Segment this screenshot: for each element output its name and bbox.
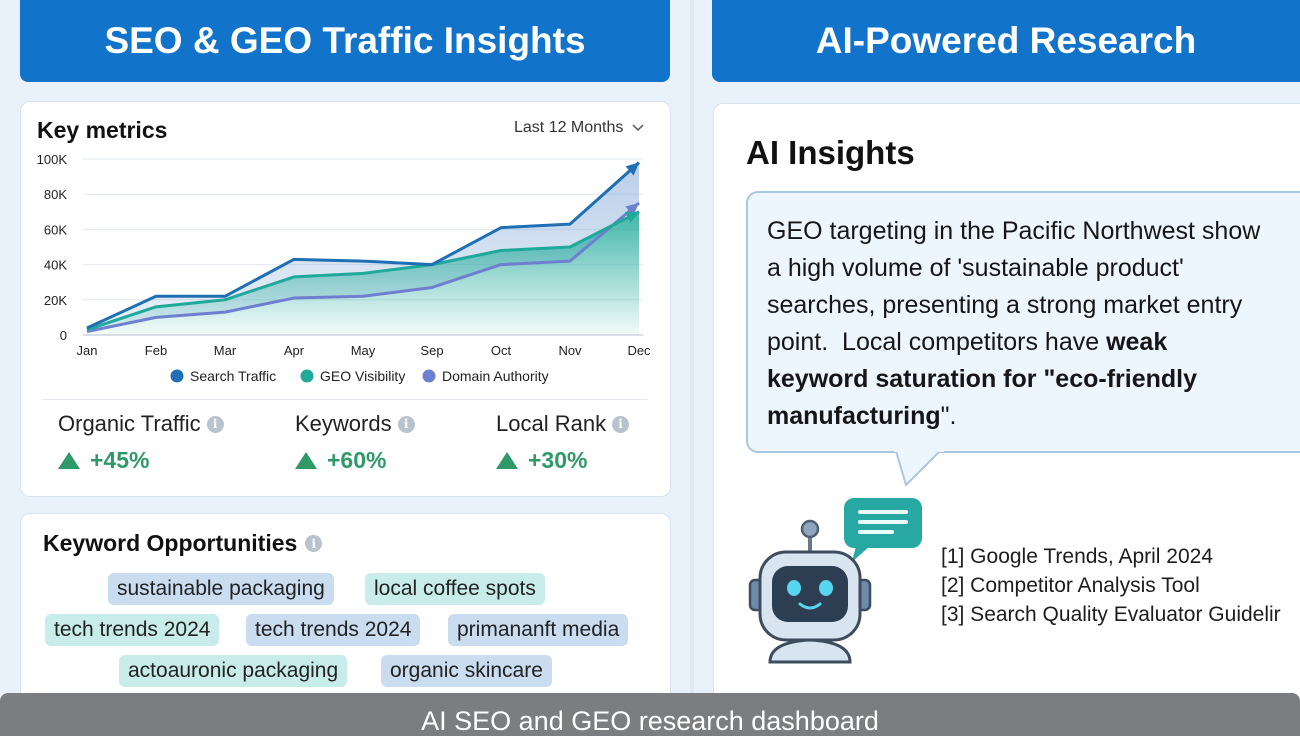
y-tick-label: 80K [44,187,67,202]
seo-geo-header: SEO & GEO Traffic Insights [20,0,670,82]
metric-label: Keywords [295,411,392,436]
info-icon[interactable]: i [397,415,415,433]
keyword-tag[interactable]: tech trends 2024 [45,614,220,646]
insight-line: manufacturing". [767,398,1300,435]
legend-label: GEO Visibility [320,368,405,384]
keyword-opportunities-card: Keyword Opportunities i sustainable pack… [20,513,671,713]
insight-text: searches, presenting a strong market ent… [767,291,1243,319]
insight-text: a high volume of 'sustainable product' [767,254,1184,282]
legend-label: Search Traffic [190,368,276,384]
keyword-tag[interactable]: organic skincare [381,655,552,687]
trend-up-icon [58,452,80,469]
insight-text: ". [940,402,957,430]
metric-value: +30% [528,447,588,473]
ai-research-header-title: AI-Powered Research [815,20,1197,61]
metric-local-rank: Local Rank i +30% [496,411,630,474]
reference-item[interactable]: [3] Search Quality Evaluator Guidelir [941,600,1281,629]
x-tick-label: Sep [420,343,443,358]
trend-up-icon [295,452,317,469]
trend-up-icon [496,452,518,469]
insight-line: searches, presenting a strong market ent… [767,287,1300,324]
seo-geo-header-title: SEO & GEO Traffic Insights [104,20,586,61]
x-tick-label: Oct [491,343,512,358]
insight-line: keyword saturation for "eco-friendly [767,361,1300,398]
traffic-chart: 0 20K 40K 60K 80K 100K Jan Feb Mar Apr May Sep Oct No… [37,152,651,384]
metric-keywords: Keywords i +60% [295,411,415,474]
insight-speech-bubble: GEO targeting in the Pacific Northwest s… [746,191,1300,453]
insight-line: a high volume of 'sustainable product' [767,250,1300,287]
y-tick-label: 20K [44,293,67,308]
info-icon[interactable]: i [305,535,323,552]
insight-emphasis: keyword saturation for "eco-friendly [767,365,1197,393]
reference-item[interactable]: [1] Google Trends, April 2024 [941,542,1281,571]
keyword-tag[interactable]: primananft media [448,614,629,646]
keyword-tag[interactable]: tech trends 2024 [246,614,421,646]
key-metrics-card: Key metrics Last 12 Months 0 20K 40K 60K 80K… [20,101,671,497]
references-list: [1] Google Trends, April 2024 [2] Compet… [941,542,1281,629]
insight-emphasis: manufacturing [767,402,941,430]
y-tick-label: 60K [44,222,67,237]
x-tick-label: Apr [284,343,305,358]
keyword-tag[interactable]: local coffee spots [365,573,545,605]
x-tick-label: Dec [627,343,651,358]
x-tick-label: Mar [214,343,237,358]
insight-line: GEO targeting in the Pacific Northwest s… [767,213,1300,250]
legend-marker [300,369,314,383]
ai-insights-title: AI Insights [746,134,915,171]
insight-text: GEO targeting in the Pacific Northwest s… [767,217,1261,245]
info-icon[interactable]: i [612,415,630,433]
info-icon[interactable]: i [206,415,224,433]
insight-emphasis: weak [1106,328,1168,356]
x-tick-label: Jan [77,343,98,358]
metric-value: +45% [90,447,150,473]
legend-label: Domain Authority [442,368,549,384]
metric-label: Organic Traffic [58,411,201,436]
ai-insights-card: AI Insights GEO targeting in the Pacific… [713,103,1300,713]
insight-text: point. Local competitors have [767,328,1107,356]
x-tick-label: May [351,343,376,358]
keyword-tag[interactable]: sustainable packaging [108,573,334,605]
keyword-opportunities-title: Keyword Opportunities i [43,530,323,557]
metric-value: +60% [327,447,387,473]
legend-marker [422,369,436,383]
metric-label: Local Rank [496,411,607,436]
metric-organic-traffic: Organic Traffic i +45% [58,411,224,474]
x-tick-label: Nov [558,343,582,358]
caption-bar: AI SEO and GEO research dashboard [0,693,1300,736]
x-tick-label: Feb [145,343,167,358]
y-tick-label: 40K [44,258,67,273]
caption-text: AI SEO and GEO research dashboard [421,706,879,736]
y-tick-label: 0 [60,328,67,343]
robot-assistant-icon [748,498,922,664]
metrics-divider [43,399,648,400]
keyword-opportunities-label: Keyword Opportunities [43,530,298,556]
bubble-tail [894,449,944,487]
y-tick-label: 100K [37,152,68,167]
reference-item[interactable]: [2] Competitor Analysis Tool [941,571,1281,600]
ai-research-header: AI-Powered Research [712,0,1300,82]
legend-marker [170,369,184,383]
panel-divider [690,0,694,736]
keyword-tag[interactable]: actoauronic packaging [119,655,348,687]
insight-line: point. Local competitors have weak [767,324,1300,361]
